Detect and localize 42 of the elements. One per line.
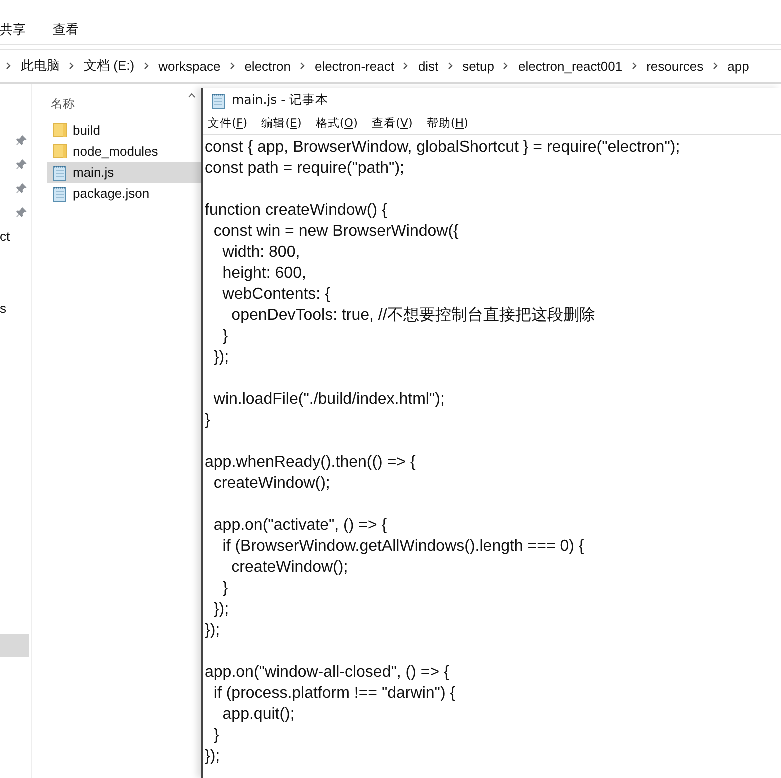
chevron-icon[interactable] bbox=[503, 62, 510, 70]
file-item[interactable]: build bbox=[47, 120, 201, 141]
file-item[interactable]: node_modules bbox=[47, 141, 201, 162]
chevron-icon[interactable] bbox=[448, 62, 454, 70]
breadcrumb-item[interactable]: electron_react001 bbox=[518, 58, 623, 74]
breadcrumb-item[interactable]: electron bbox=[244, 58, 291, 74]
file-item[interactable]: package.json bbox=[47, 183, 201, 204]
column-header[interactable]: 名称 bbox=[47, 96, 75, 112]
chevron-icon[interactable] bbox=[6, 62, 12, 70]
chevron-icon[interactable] bbox=[300, 62, 306, 70]
menu-item[interactable]: 帮助(H) bbox=[426, 116, 468, 131]
menu-item[interactable]: 文件(F) bbox=[208, 116, 248, 131]
menu-item[interactable]: 查看(V) bbox=[372, 116, 413, 131]
breadcrumb-item[interactable]: workspace bbox=[158, 58, 221, 74]
breadcrumb-item[interactable]: resources bbox=[646, 58, 704, 74]
notepad-icon bbox=[211, 92, 226, 108]
ribbon-tab[interactable]: 共享 bbox=[0, 21, 26, 39]
breadcrumb-item[interactable]: 文档 (E:) bbox=[84, 57, 135, 75]
menu-item[interactable]: 格式(O) bbox=[316, 116, 358, 131]
nav-item[interactable]: s bbox=[0, 300, 6, 316]
chevron-icon[interactable] bbox=[144, 62, 150, 70]
breadcrumb-item[interactable]: electron-react bbox=[314, 58, 394, 74]
breadcrumb-item[interactable]: setup bbox=[462, 58, 494, 74]
chevron-icon[interactable] bbox=[69, 62, 75, 70]
breadcrumb-item[interactable]: 此电脑 bbox=[21, 57, 60, 75]
notepad-file-icon bbox=[53, 164, 67, 180]
editor-text[interactable]: const { app, BrowserWindow, globalShortcut } = require("electron"); const path = require("path"); function createWindow() { const win = new BrowserWindow({ width: 800, height: 600, webContents: { openDevTools: true, //不想要控制台直接把这段删除 } }); win.loadFile("./build/index.html"); } app.whenReady().then(() => { createWindow(); app.on("activate", () => { if (BrowserWindow.getAllWindows().length === 0) { createWindow(); } }); }); app.on("window-all-closed", () => { if (process.platform !== "darwin") { app.quit(); } }); bbox=[205, 137, 781, 767]
nav-item[interactable]: ct bbox=[0, 228, 10, 244]
menu-item[interactable]: 编辑(E) bbox=[262, 116, 302, 131]
breadcrumb-item[interactable]: dist bbox=[418, 58, 439, 74]
chevron-icon[interactable] bbox=[712, 62, 719, 70]
ribbon-tab[interactable]: 查看 bbox=[53, 21, 79, 39]
notepad-file-icon bbox=[53, 186, 67, 202]
sort-caret-icon bbox=[188, 93, 196, 98]
breadcrumb-item[interactable]: app bbox=[728, 58, 750, 74]
chevron-icon[interactable] bbox=[230, 62, 236, 70]
file-item[interactable]: main.js bbox=[47, 162, 201, 183]
folder-icon bbox=[53, 123, 67, 138]
chevron-icon[interactable] bbox=[403, 62, 410, 70]
window-title: main.js - 记事本 bbox=[232, 92, 329, 109]
folder-icon bbox=[53, 144, 67, 159]
chevron-icon[interactable] bbox=[632, 62, 638, 70]
